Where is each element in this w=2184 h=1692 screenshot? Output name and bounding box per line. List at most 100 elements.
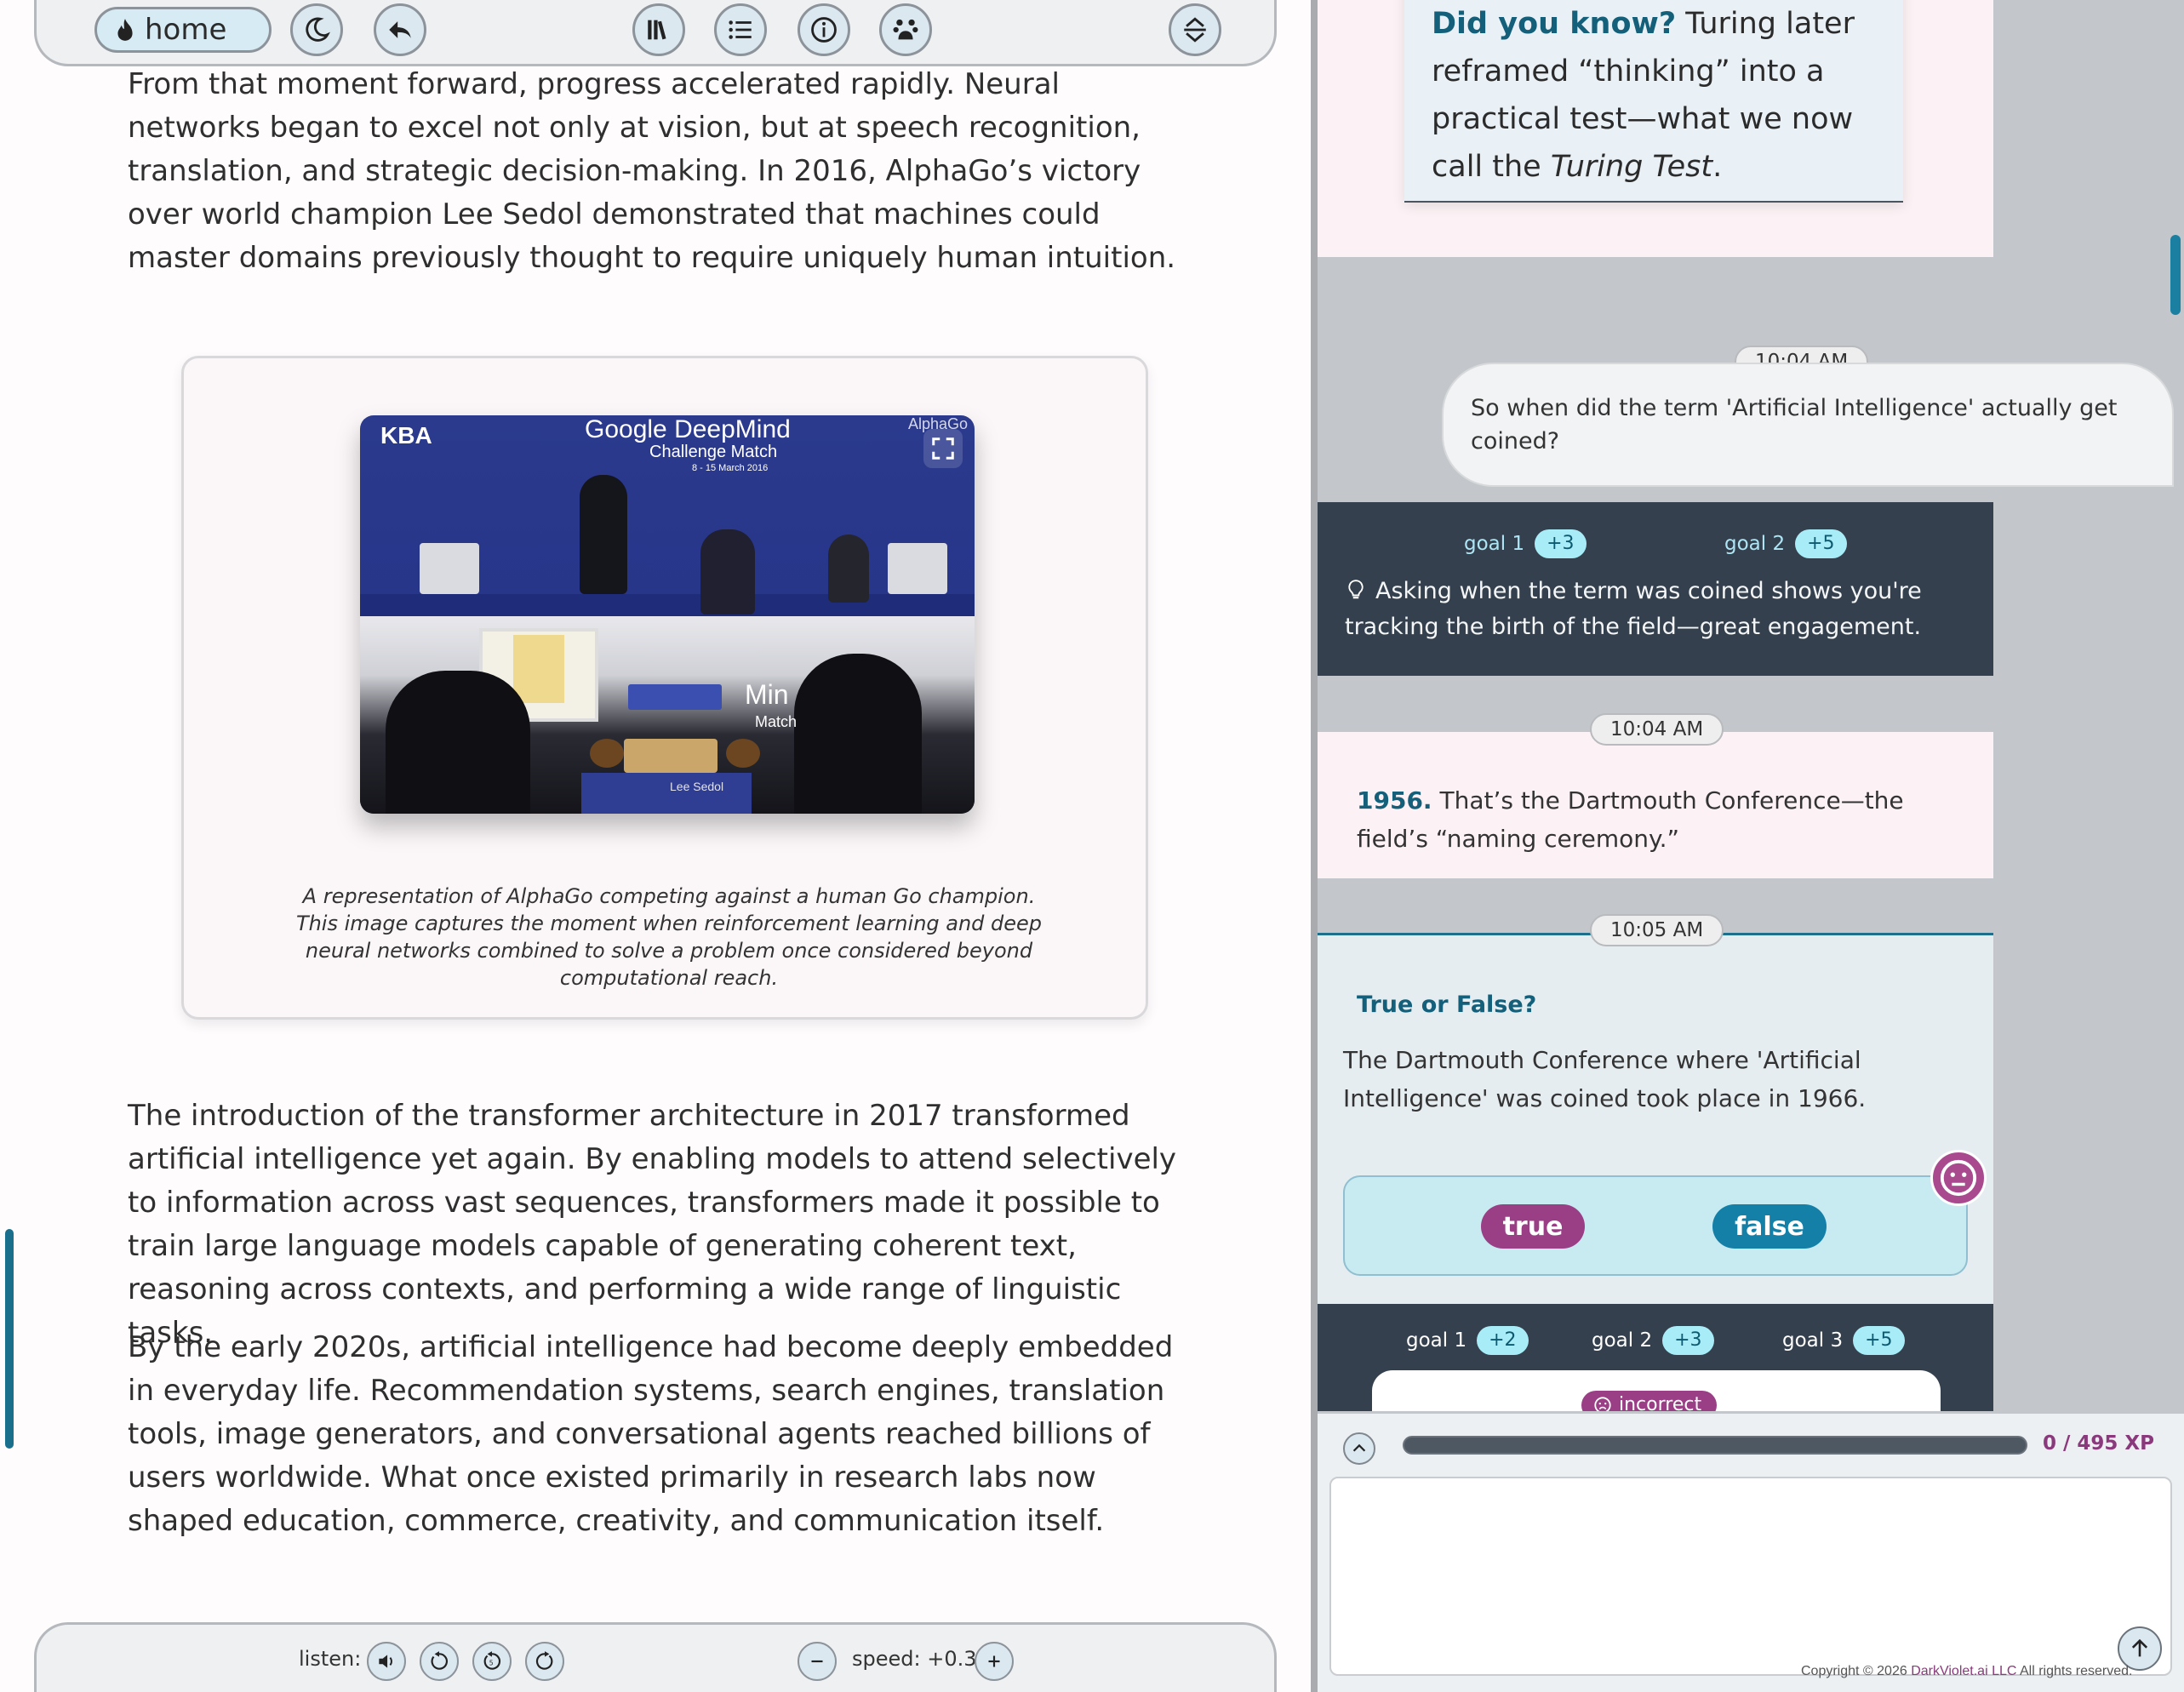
listen-label: listen: — [299, 1647, 362, 1671]
library-icon — [648, 20, 666, 40]
speed-label: speed: +0.3 — [852, 1647, 977, 1671]
goal-points: +3 — [1662, 1326, 1714, 1355]
dark-mode-button[interactable] — [290, 3, 343, 56]
fullscreen-icon — [932, 437, 954, 460]
photo-text-dates: 8 - 15 March 2016 — [692, 463, 769, 473]
true-button[interactable]: true — [1481, 1204, 1585, 1249]
rewind-5-icon: 5 — [483, 1651, 501, 1670]
figure-caption: A representation of AlphaGo competing ag… — [295, 884, 1043, 990]
goal-points: +2 — [1477, 1326, 1529, 1355]
back-arrow-icon — [389, 21, 411, 38]
photo-text-kba: KBA — [380, 422, 432, 449]
goal-label: goal 2 — [1592, 1329, 1653, 1352]
goal-label: goal 3 — [1782, 1329, 1844, 1352]
quiz-question: The Dartmouth Conference where 'Artifici… — [1343, 1046, 1867, 1112]
photo-text-challenge: Challenge Match — [649, 443, 778, 461]
timestamp: 10:05 AM — [1590, 914, 1724, 946]
quiz-title: True or False? — [1357, 992, 1537, 1018]
copyright-suffix: All rights reserved. — [2016, 1664, 2133, 1678]
goal-chip: goal 2 +3 — [1592, 1326, 1714, 1355]
collapse-icon — [1184, 17, 1206, 43]
xp-label: 0 / 495 XP — [2043, 1432, 2155, 1455]
restart-icon — [431, 1651, 449, 1670]
moon-icon — [306, 17, 330, 42]
did-you-know-card: Did you know? Turing later reframed “thi… — [1404, 0, 1903, 203]
chat-pane: Did you know? Turing later reframed “thi… — [1318, 0, 2184, 1692]
company-link[interactable]: DarkViolet.ai LLC — [1911, 1664, 2016, 1678]
minus-icon — [811, 1660, 823, 1663]
home-button[interactable]: home — [94, 7, 272, 53]
bot-message-lead: 1956. — [1357, 786, 1432, 815]
goal-chip: goal 2 +5 — [1724, 529, 1847, 558]
timestamp: 10:04 AM — [1590, 713, 1724, 746]
goal-chip: goal 1 +2 — [1406, 1326, 1529, 1355]
flame-icon — [117, 19, 133, 41]
forward-icon — [535, 1651, 553, 1670]
false-button[interactable]: false — [1712, 1204, 1827, 1249]
copyright-prefix: Copyright © 2026 — [1801, 1664, 1912, 1678]
photo-text-match: Match — [755, 713, 798, 730]
listen-bar: listen: 5 speed: +0.3 — [34, 1622, 1277, 1692]
copyright-text: Copyright © 2026 DarkViolet.ai LLC All r… — [1801, 1664, 2132, 1679]
article-paragraph-3: By the early 2020s, artificial intellige… — [128, 1330, 1174, 1538]
feedback-text: Asking when the term was coined shows yo… — [1345, 578, 1922, 640]
xp-and-input-area: 0 / 495 XP Copyright © 2026 DarkViolet.a… — [1318, 1411, 2184, 1692]
did-you-know-panel: Did you know? Turing later reframed “thi… — [1318, 0, 1993, 257]
pane-divider[interactable] — [1311, 0, 1318, 1692]
article-paragraph-1: From that moment forward, progress accel… — [128, 67, 1176, 275]
reading-progress-scrollbar[interactable] — [5, 1229, 14, 1449]
community-button[interactable] — [879, 3, 932, 56]
article-paragraph-2: The introduction of the transformer arch… — [128, 1099, 1177, 1350]
forward-button[interactable] — [525, 1642, 564, 1681]
collapse-toolbar-button[interactable] — [1169, 3, 1221, 56]
home-label: home — [145, 13, 227, 47]
restart-audio-button[interactable] — [420, 1642, 459, 1681]
xp-expand-button[interactable] — [1343, 1432, 1375, 1465]
speaker-icon — [379, 1655, 392, 1668]
feedback-text-block: Asking when the term was coined shows yo… — [1345, 574, 1924, 645]
goal-chip: goal 3 +5 — [1782, 1326, 1905, 1355]
speed-down-button[interactable] — [798, 1642, 837, 1681]
photo-text-min: Min — [745, 679, 789, 710]
top-toolbar: home — [34, 0, 1277, 66]
goal-chip: goal 1 +3 — [1464, 529, 1587, 558]
goal-points: +5 — [1853, 1326, 1905, 1355]
goal-label: goal 2 — [1724, 533, 1786, 555]
info-button[interactable] — [798, 3, 850, 56]
chevron-up-icon — [1352, 1443, 1366, 1452]
contents-button[interactable] — [714, 3, 767, 56]
goal-feedback-panel: goal 1 +3 goal 2 +5 Asking when the term… — [1318, 502, 1993, 676]
bot-message-text: That’s the Dartmouth Conference—the fiel… — [1357, 786, 1904, 853]
lightbulb-icon — [1348, 580, 1364, 599]
answer-options: true false — [1343, 1175, 1968, 1276]
neutral-face-icon — [1930, 1150, 1987, 1206]
did-you-know-lead: Did you know? — [1432, 7, 1677, 41]
did-you-know-end: . — [1712, 150, 1723, 184]
expand-image-button[interactable] — [923, 429, 963, 468]
user-message: So when did the term 'Artificial Intelli… — [1442, 363, 2174, 487]
svg-text:5: 5 — [489, 1659, 494, 1666]
speed-up-button[interactable] — [975, 1642, 1014, 1681]
photo-text-lee-sedol: Lee Sedol — [670, 780, 724, 793]
info-icon — [811, 17, 837, 43]
play-audio-button[interactable] — [367, 1642, 406, 1681]
arrow-up-icon — [2131, 1638, 2148, 1657]
chat-scrollbar[interactable] — [2170, 235, 2181, 315]
quiz-panel: True or False? The Dartmouth Conference … — [1318, 933, 1993, 1304]
bot-message: 1956. That’s the Dartmouth Conference—th… — [1357, 781, 1952, 858]
community-icon — [893, 19, 918, 40]
library-button[interactable] — [632, 3, 685, 56]
alphago-photo[interactable]: KBA Google DeepMind Challenge Match 8 - … — [360, 415, 975, 814]
goal-points: +5 — [1795, 529, 1847, 558]
goal-label: goal 1 — [1464, 533, 1525, 555]
rewind-button[interactable]: 5 — [472, 1642, 512, 1681]
reader-pane: home From that moment forward, progress … — [0, 0, 1311, 1692]
quiz-goal-panel: goal 1 +2 goal 2 +3 goal 3 +5 incorrect — [1318, 1304, 1993, 1438]
back-button[interactable] — [374, 3, 426, 56]
chat-input[interactable] — [1329, 1477, 2172, 1676]
list-icon — [729, 20, 752, 39]
plus-icon — [988, 1655, 1000, 1667]
article-figure: KBA Google DeepMind Challenge Match 8 - … — [181, 356, 1148, 1020]
did-you-know-italic: Turing Test — [1550, 150, 1713, 184]
photo-text-deepmind: Google DeepMind — [585, 415, 791, 443]
